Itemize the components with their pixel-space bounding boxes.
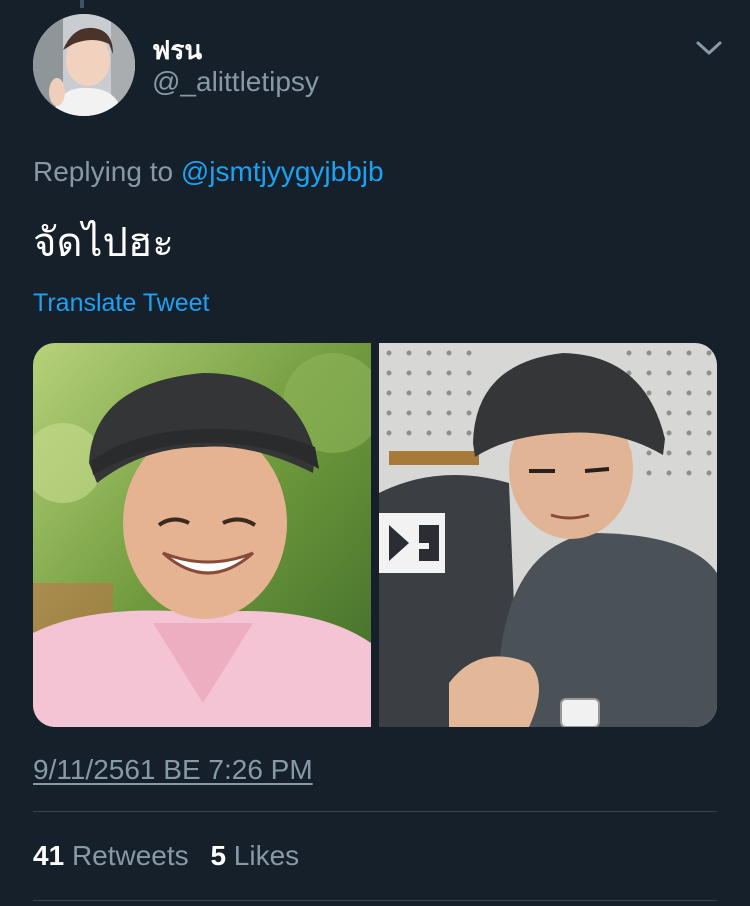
replying-prefix: Replying to	[33, 156, 174, 187]
retweets-label[interactable]: Retweets	[72, 840, 189, 871]
display-name[interactable]: ฟรน	[152, 30, 202, 71]
tweet-timestamp[interactable]: 9/11/2561 BE 7:26 PM	[33, 754, 313, 786]
likes-label[interactable]: Likes	[234, 840, 299, 871]
user-handle[interactable]: @_alittletipsy	[152, 66, 319, 98]
retweets-count[interactable]: 41	[33, 840, 64, 871]
avatar[interactable]	[33, 14, 135, 116]
media-photo-left[interactable]	[33, 343, 371, 727]
media-photo-right[interactable]	[379, 343, 717, 727]
chevron-down-icon[interactable]	[694, 36, 724, 60]
likes-count[interactable]: 5	[210, 840, 226, 871]
thread-line	[80, 0, 84, 8]
translate-tweet-link[interactable]: Translate Tweet	[33, 289, 209, 318]
tweet-stats: 41 Retweets 5 Likes	[33, 840, 299, 872]
divider	[33, 900, 717, 901]
replying-mention-link[interactable]: @jsmtjyygyjbbjb	[181, 156, 384, 187]
avatar-photo	[33, 14, 135, 116]
tweet-text: จัดไปฮะ	[33, 220, 174, 266]
divider	[33, 811, 717, 812]
tweet-media[interactable]	[33, 343, 717, 727]
replying-to: Replying to @jsmtjyygyjbbjb	[33, 156, 384, 188]
